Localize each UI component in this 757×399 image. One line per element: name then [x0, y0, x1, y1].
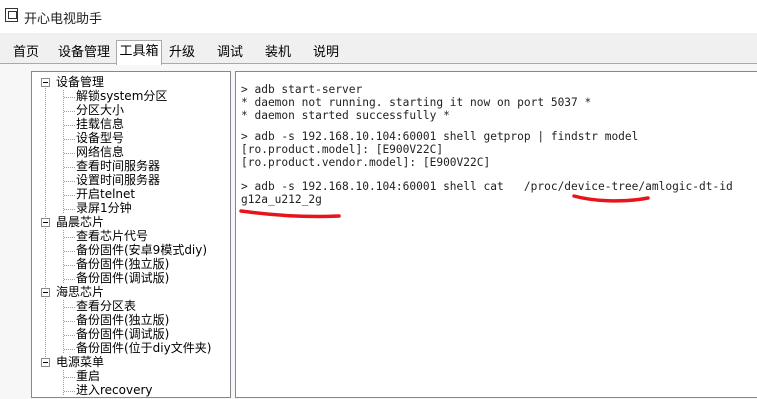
console-line: * daemon not running. starting it now on… [241, 96, 592, 109]
collapse-toggle-icon[interactable] [41, 358, 50, 367]
console-line: [ro.product.model]: [E900V22C] [241, 143, 444, 156]
tab-upgrade[interactable]: 升级 [164, 43, 200, 64]
tree-item[interactable]: 解锁system分区 [76, 90, 167, 103]
tree-item[interactable]: 查看芯片代号 [76, 230, 148, 243]
tree-item[interactable]: 备份固件(安卓9模式diy) [76, 244, 207, 257]
tree-item[interactable]: 备份固件(独立版) [76, 258, 169, 271]
tree-group-power-menu[interactable]: 电源菜单 [56, 356, 104, 369]
tree-item[interactable]: 录屏1分钟 [76, 202, 132, 215]
tree-item[interactable]: 网络信息 [76, 146, 124, 159]
tree-item[interactable]: 备份固件(调试版) [76, 328, 169, 341]
collapse-toggle-icon[interactable] [41, 78, 50, 87]
tree-item[interactable]: 挂载信息 [76, 118, 124, 131]
console-line: [ro.product.vendor.model]: [E900V22C] [241, 156, 491, 169]
tree-item[interactable]: 重启 [76, 370, 100, 383]
window-title: 开心电视助手 [24, 12, 103, 27]
collapse-toggle-icon[interactable] [41, 218, 50, 227]
collapse-toggle-icon[interactable] [41, 288, 50, 297]
console-line: * daemon started successfully * [241, 109, 450, 122]
tree-item[interactable]: 分区大小 [76, 104, 124, 117]
tree-item[interactable]: 查看分区表 [76, 300, 136, 313]
tab-home[interactable]: 首页 [5, 43, 47, 64]
tab-install[interactable]: 装机 [257, 43, 299, 64]
title-bar: 开心电视助手 [0, 0, 757, 33]
console-output[interactable]: > adb start-server * daemon not running.… [235, 71, 757, 398]
console-line: > adb -s 192.168.10.104:60001 shell getp… [241, 130, 639, 143]
tree-item[interactable]: 设备型号 [76, 132, 124, 145]
tool-tree[interactable]: 设备管理 解锁system分区 分区大小 挂载信息 设备型号 网络信息 查看时间… [31, 71, 231, 398]
console-line: > adb -s 192.168.10.104:60001 shell cat … [241, 180, 733, 193]
tree-item[interactable]: 备份固件(调试版) [76, 272, 169, 285]
app-window-icon [5, 8, 18, 22]
console-line: > adb start-server [241, 83, 363, 96]
console-line: g12a_u212_2g [241, 193, 322, 206]
tree-item[interactable]: 开启telnet [76, 188, 135, 201]
tree-item[interactable]: 备份固件(独立版) [76, 314, 169, 327]
tree-item[interactable]: 进入recovery [76, 384, 153, 397]
tree-group-device-management[interactable]: 设备管理 [56, 76, 104, 89]
tree-item[interactable]: 备份固件(位于diy文件夹) [76, 342, 211, 355]
tab-bar: 首页 设备管理 工具箱 升级 调试 装机 说明 [0, 33, 757, 65]
tree-item[interactable]: 查看时间服务器 [76, 160, 160, 173]
tree-group-amlogic-chip[interactable]: 晶晨芯片 [56, 216, 104, 229]
tab-debug[interactable]: 调试 [209, 43, 251, 64]
tab-device-management[interactable]: 设备管理 [53, 43, 115, 64]
tree-item[interactable]: 设置时间服务器 [76, 174, 160, 187]
tab-help[interactable]: 说明 [305, 43, 347, 64]
tab-toolbox[interactable]: 工具箱 [116, 40, 162, 65]
tree-group-hisilicon-chip[interactable]: 海思芯片 [56, 286, 104, 299]
red-underline-annotation [239, 209, 341, 219]
red-underline-annotation [572, 194, 650, 203]
